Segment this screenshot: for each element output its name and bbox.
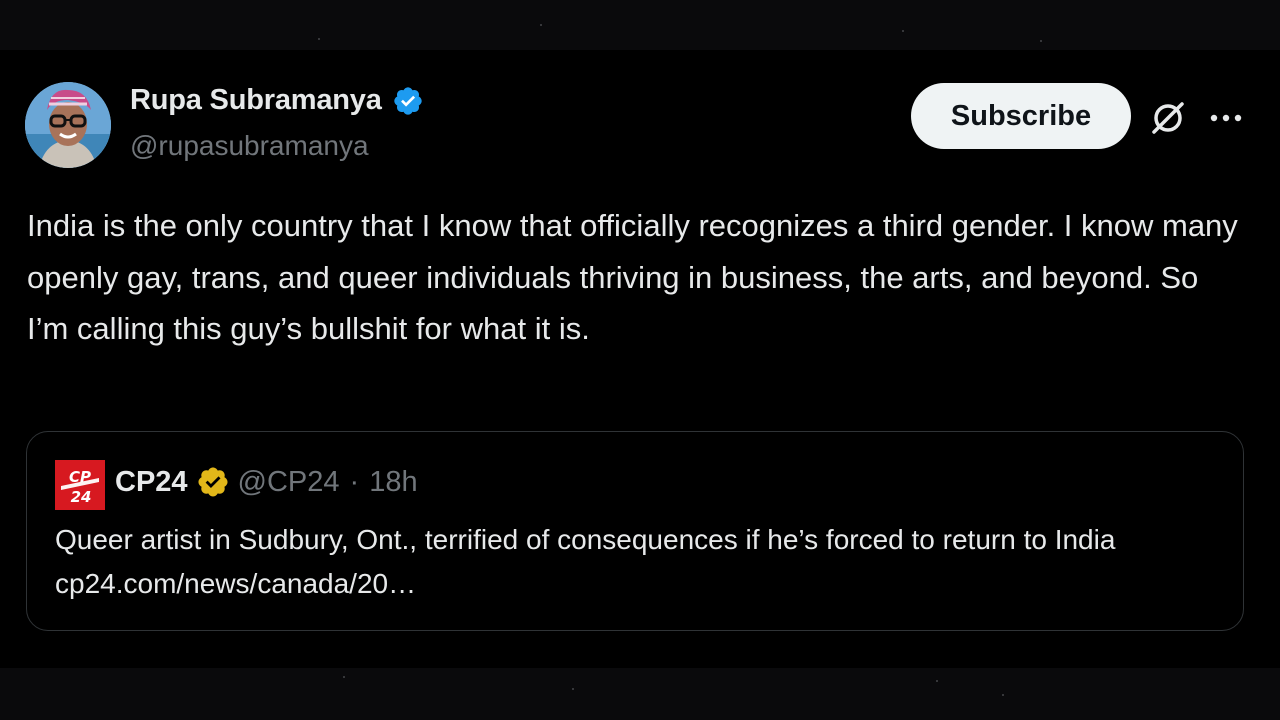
author-handle[interactable]: @rupasubramanya xyxy=(130,130,369,162)
verified-badge-icon[interactable] xyxy=(392,85,424,117)
avatar[interactable] xyxy=(25,82,111,168)
background-star xyxy=(902,30,904,32)
svg-text:24: 24 xyxy=(71,488,92,506)
top-background-band xyxy=(0,0,1280,50)
subscribe-button[interactable]: Subscribe xyxy=(911,83,1131,149)
quoted-author-handle[interactable]: @CP24 xyxy=(238,466,340,499)
author-name-row: Rupa Subramanya xyxy=(130,84,424,117)
bottom-background-band xyxy=(0,668,1280,720)
background-star xyxy=(318,38,320,40)
author-name[interactable]: Rupa Subramanya xyxy=(130,84,382,117)
avatar-image xyxy=(25,82,111,168)
meta-separator: · xyxy=(349,465,360,498)
more-horizontal-icon[interactable] xyxy=(1206,100,1246,136)
background-star xyxy=(343,676,345,678)
gold-verified-badge-icon[interactable] xyxy=(196,465,230,499)
svg-text:CP: CP xyxy=(69,468,91,486)
tweet-card: Rupa Subramanya @rupasubramanya Subscrib… xyxy=(0,50,1280,668)
quoted-tweet-meta: @CP24 · 18h xyxy=(238,466,418,499)
quoted-tweet-header: CP24 @CP24 · 18h xyxy=(115,465,418,499)
background-star xyxy=(1002,694,1004,696)
background-star xyxy=(936,680,938,682)
background-star xyxy=(572,688,574,690)
background-star xyxy=(540,24,542,26)
tweet-text: India is the only country that I know th… xyxy=(27,208,1238,346)
cp24-logo[interactable]: CP 24 xyxy=(55,460,105,510)
quoted-tweet-text: Queer artist in Sudbury, Ont., terrified… xyxy=(55,524,1116,599)
grok-icon[interactable] xyxy=(1148,98,1188,138)
quoted-author-name[interactable]: CP24 xyxy=(115,466,188,499)
background-star xyxy=(1040,40,1042,42)
quoted-tweet-time[interactable]: 18h xyxy=(369,466,417,499)
quoted-tweet-card[interactable]: CP 24 CP24 @CP24 · 18h Queer artist in S… xyxy=(26,431,1244,631)
